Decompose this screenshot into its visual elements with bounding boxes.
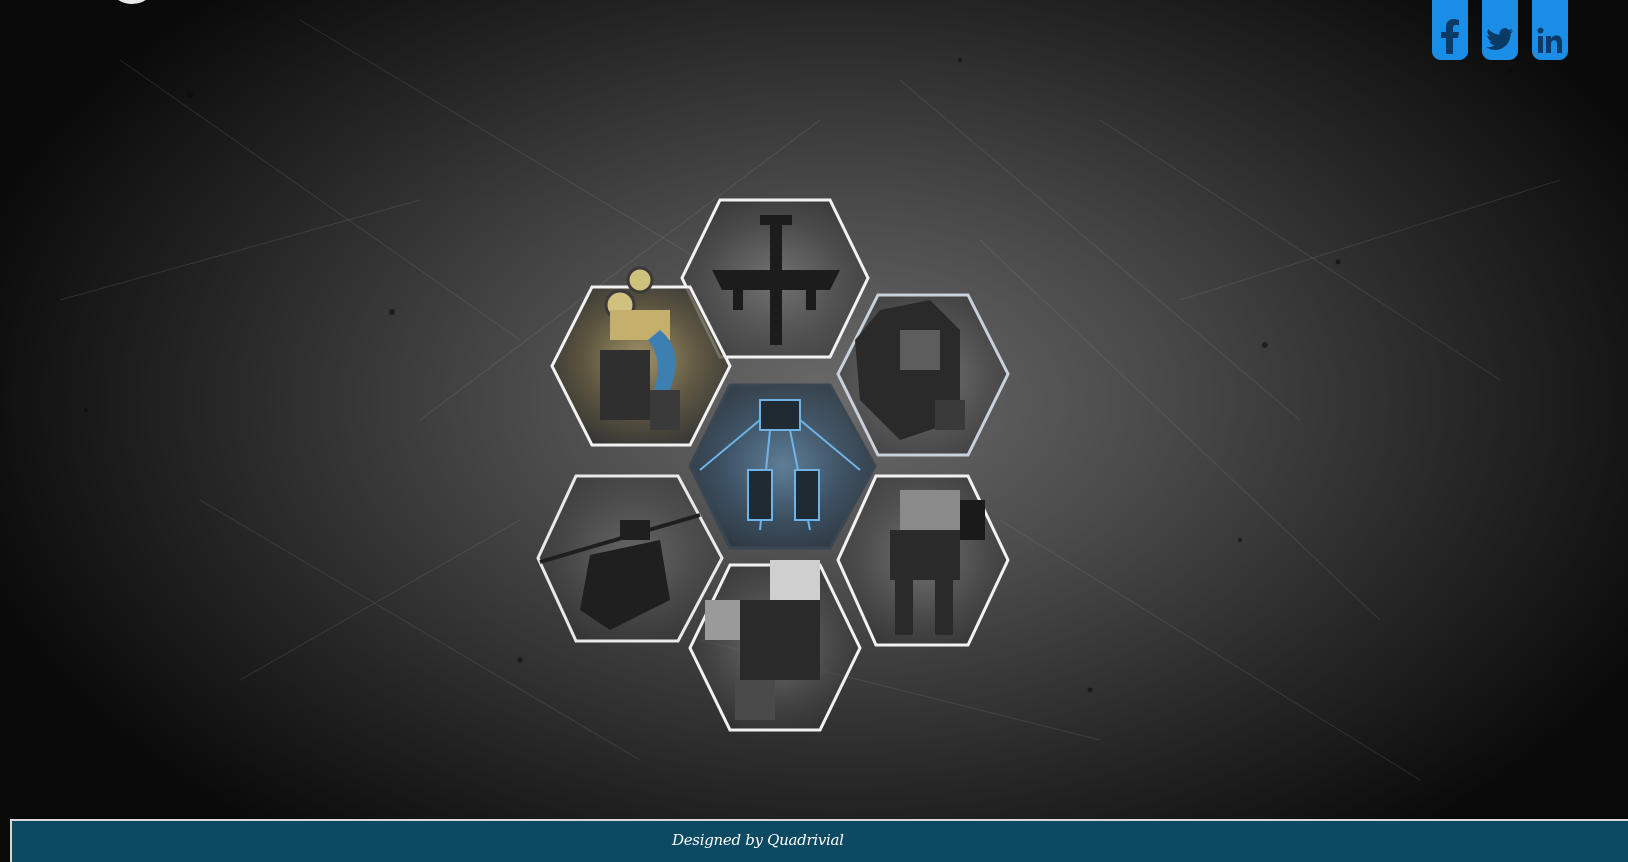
hex-tile-helicopter[interactable] [536,474,724,643]
hex-tile-spider-walker[interactable] [688,383,877,550]
footer-bar: Designed by Quadrivial [10,819,1628,862]
footer-credit: Designed by Quadrivial [672,831,844,849]
page: Designed by Quadrivial [0,0,1628,862]
hex-tile-heavy-tank[interactable] [836,293,1010,457]
hex-tile-walker-mech[interactable] [836,474,1010,647]
hex-tile-crawler[interactable] [688,560,862,732]
robot-hex-gallery [536,198,1010,732]
